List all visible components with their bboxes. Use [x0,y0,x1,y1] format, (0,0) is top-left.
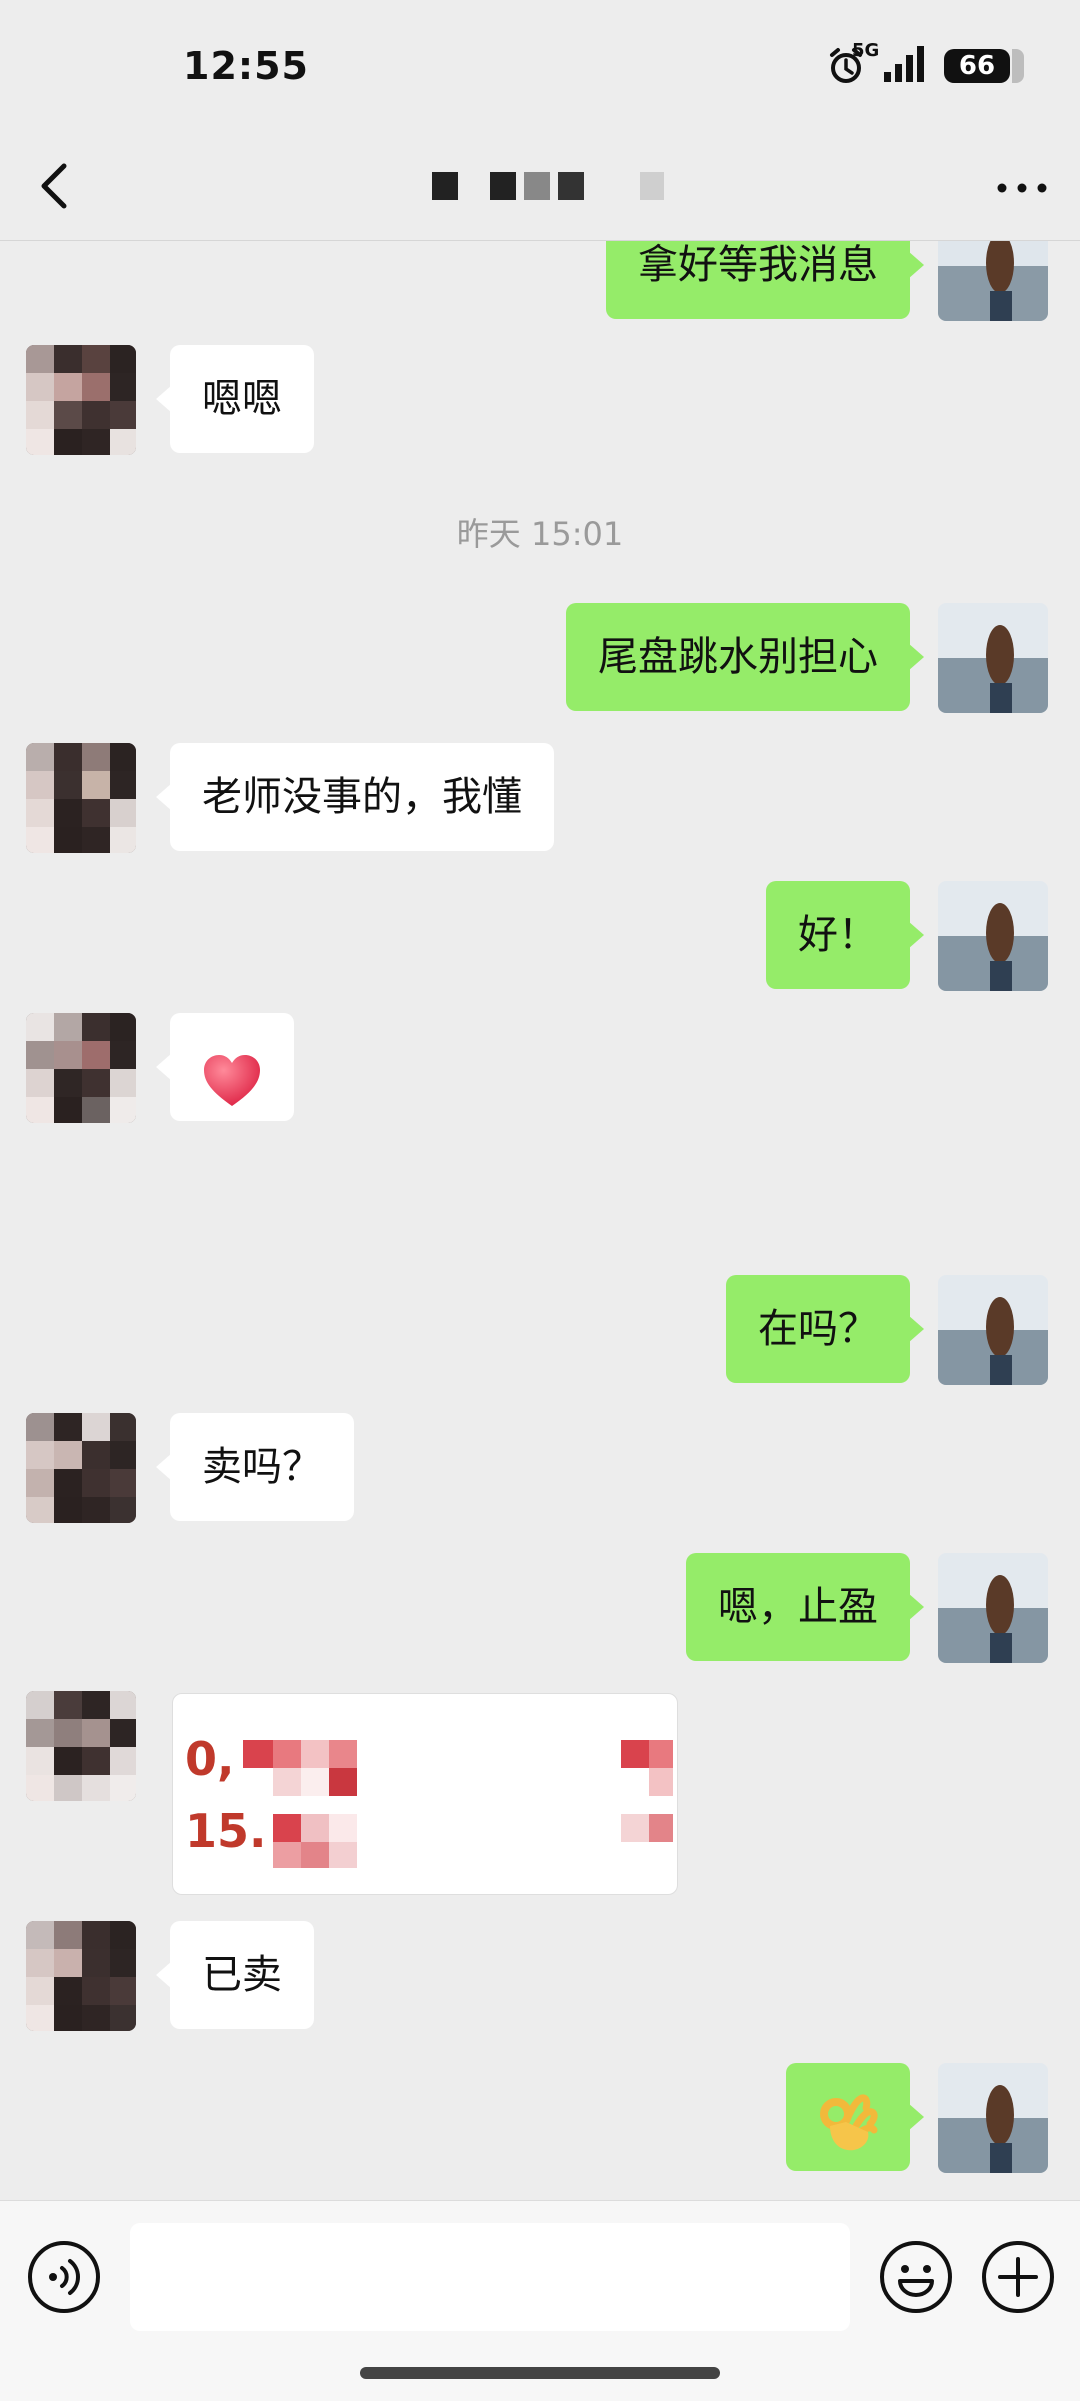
outgoing-bubble[interactable] [786,2063,924,2171]
image-text-fragment: 0, [185,1732,235,1786]
contact-name-redacted [432,172,664,200]
incoming-bubble[interactable]: 已卖 [156,1921,314,2029]
avatar[interactable] [26,1921,136,2031]
avatar[interactable] [26,743,136,853]
avatar[interactable] [26,1413,136,1523]
status-time: 12:55 [183,44,309,88]
home-indicator[interactable] [360,2367,720,2379]
incoming-bubble[interactable]: 嗯嗯 [156,345,314,453]
incoming-bubble[interactable] [156,1013,294,1121]
avatar[interactable] [938,881,1048,991]
incoming-bubble[interactable]: 卖吗？ [156,1413,354,1521]
chevron-left-icon[interactable] [30,150,90,220]
redacted-mosaic [243,1740,673,1874]
outgoing-bubble[interactable]: 嗯，止盈 [686,1553,924,1661]
avatar[interactable] [26,345,136,455]
avatar[interactable] [26,1691,136,1801]
outgoing-bubble[interactable]: 在吗？ [726,1275,924,1383]
signal-icon: 5G [852,40,928,88]
outgoing-bubble[interactable]: 拿好等我消息 [606,241,924,319]
avatar[interactable] [938,2063,1048,2173]
outgoing-bubble[interactable]: 好！ [766,881,924,989]
incoming-bubble[interactable]: 老师没事的，我懂 [156,743,554,851]
red-heart-icon [202,1041,262,1149]
timestamp: 昨天 15:01 [456,515,624,553]
battery-icon: 66 [944,49,1024,83]
voice-icon[interactable] [26,2239,102,2315]
status-icons: 5G 66 [826,40,1024,88]
plus-circle-icon[interactable] [980,2239,1056,2315]
more-dots-icon[interactable] [992,168,1052,208]
network-label: 5G [852,40,880,61]
avatar[interactable] [938,1275,1048,1385]
message-list[interactable]: 拿好等我消息 嗯嗯 昨天 15:01 尾盘跳水别担心 老师没事的，我懂 好！ 在… [0,241,1080,2201]
smiley-icon[interactable] [878,2239,954,2315]
avatar[interactable] [938,603,1048,713]
chat-header [0,140,1080,241]
avatar[interactable] [26,1013,136,1123]
outgoing-bubble[interactable]: 尾盘跳水别担心 [566,603,924,711]
ok-hand-icon [816,2087,880,2195]
input-bar [0,2200,1080,2401]
message-input[interactable] [130,2223,850,2331]
status-bar: 12:55 5G 66 [0,0,1080,140]
avatar[interactable] [938,1553,1048,1663]
image-message[interactable]: 0, 15. [172,1693,678,1895]
avatar[interactable] [938,241,1048,321]
